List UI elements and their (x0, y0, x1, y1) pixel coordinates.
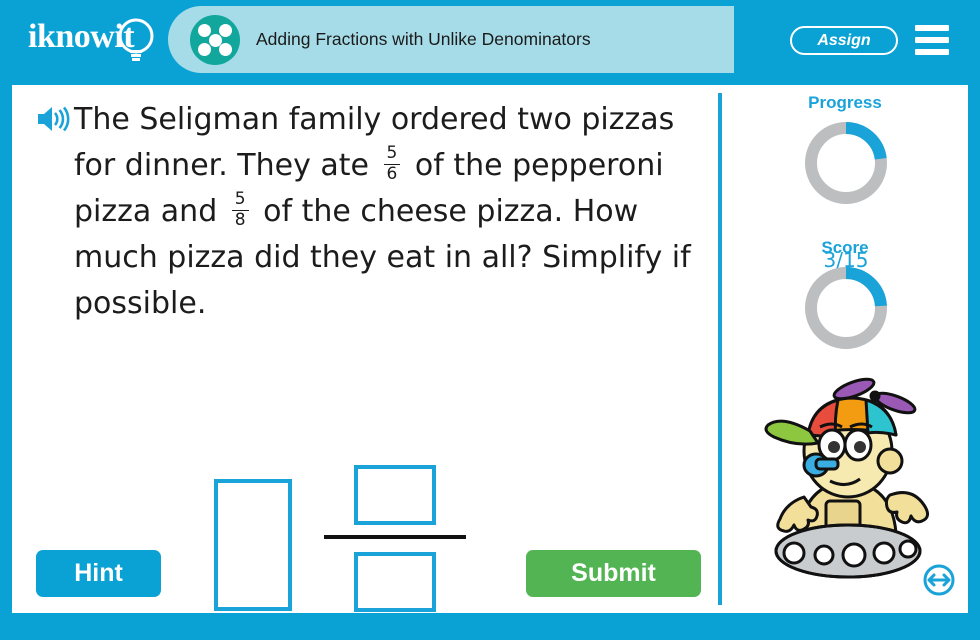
dot (198, 24, 211, 37)
iknowit-logo[interactable]: iknowit (26, 12, 171, 68)
status-sidebar: Progress 3/15 Score 3 (722, 85, 968, 613)
fraction-denominator: 6 (386, 164, 398, 184)
answer-fraction-bar (324, 535, 466, 539)
lesson-title: Adding Fractions with Unlike Denominator… (256, 29, 591, 49)
question-fraction-1: 5 6 (383, 143, 401, 184)
menu-bar (915, 37, 949, 43)
hint-button[interactable]: Hint (36, 550, 161, 597)
progress-donut: 3/15 (800, 117, 892, 272)
resize-horizontal-icon[interactable] (922, 563, 956, 597)
hamburger-menu-icon[interactable] (915, 25, 949, 55)
menu-bar (915, 49, 949, 55)
lesson-title-bar: Adding Fractions with Unlike Denominator… (168, 6, 734, 73)
app-window: iknowit Adding Fractions with Unlike Den… (0, 0, 980, 640)
lesson-card: The Seligman family ordered two pizzas f… (12, 85, 968, 613)
fraction-numerator: 5 (386, 143, 398, 164)
speaker-icon[interactable] (34, 103, 74, 135)
menu-bar (915, 25, 949, 31)
fraction-numerator: 5 (234, 189, 246, 210)
fraction-denominator: 8 (234, 210, 246, 230)
whole-number-input[interactable] (214, 479, 292, 611)
progress-label: Progress (808, 93, 882, 112)
answer-area (192, 460, 512, 615)
score-donut: 3 (800, 262, 892, 417)
question-fraction-2: 5 8 (231, 189, 249, 230)
robot-mascot-propeller-hat (764, 377, 929, 579)
dot (219, 43, 232, 56)
dot (198, 43, 211, 56)
score-label: Score (821, 238, 869, 257)
numerator-input[interactable] (354, 465, 436, 525)
assign-button[interactable]: Assign (790, 26, 898, 55)
denominator-input[interactable] (354, 552, 436, 612)
five-dots-circle-icon (190, 15, 240, 65)
submit-button[interactable]: Submit (526, 550, 701, 597)
app-header: iknowit Adding Fractions with Unlike Den… (0, 0, 980, 78)
lightbulb-icon (118, 18, 154, 61)
question-text: The Seligman family ordered two pizzas f… (74, 97, 694, 327)
dot (219, 24, 232, 37)
